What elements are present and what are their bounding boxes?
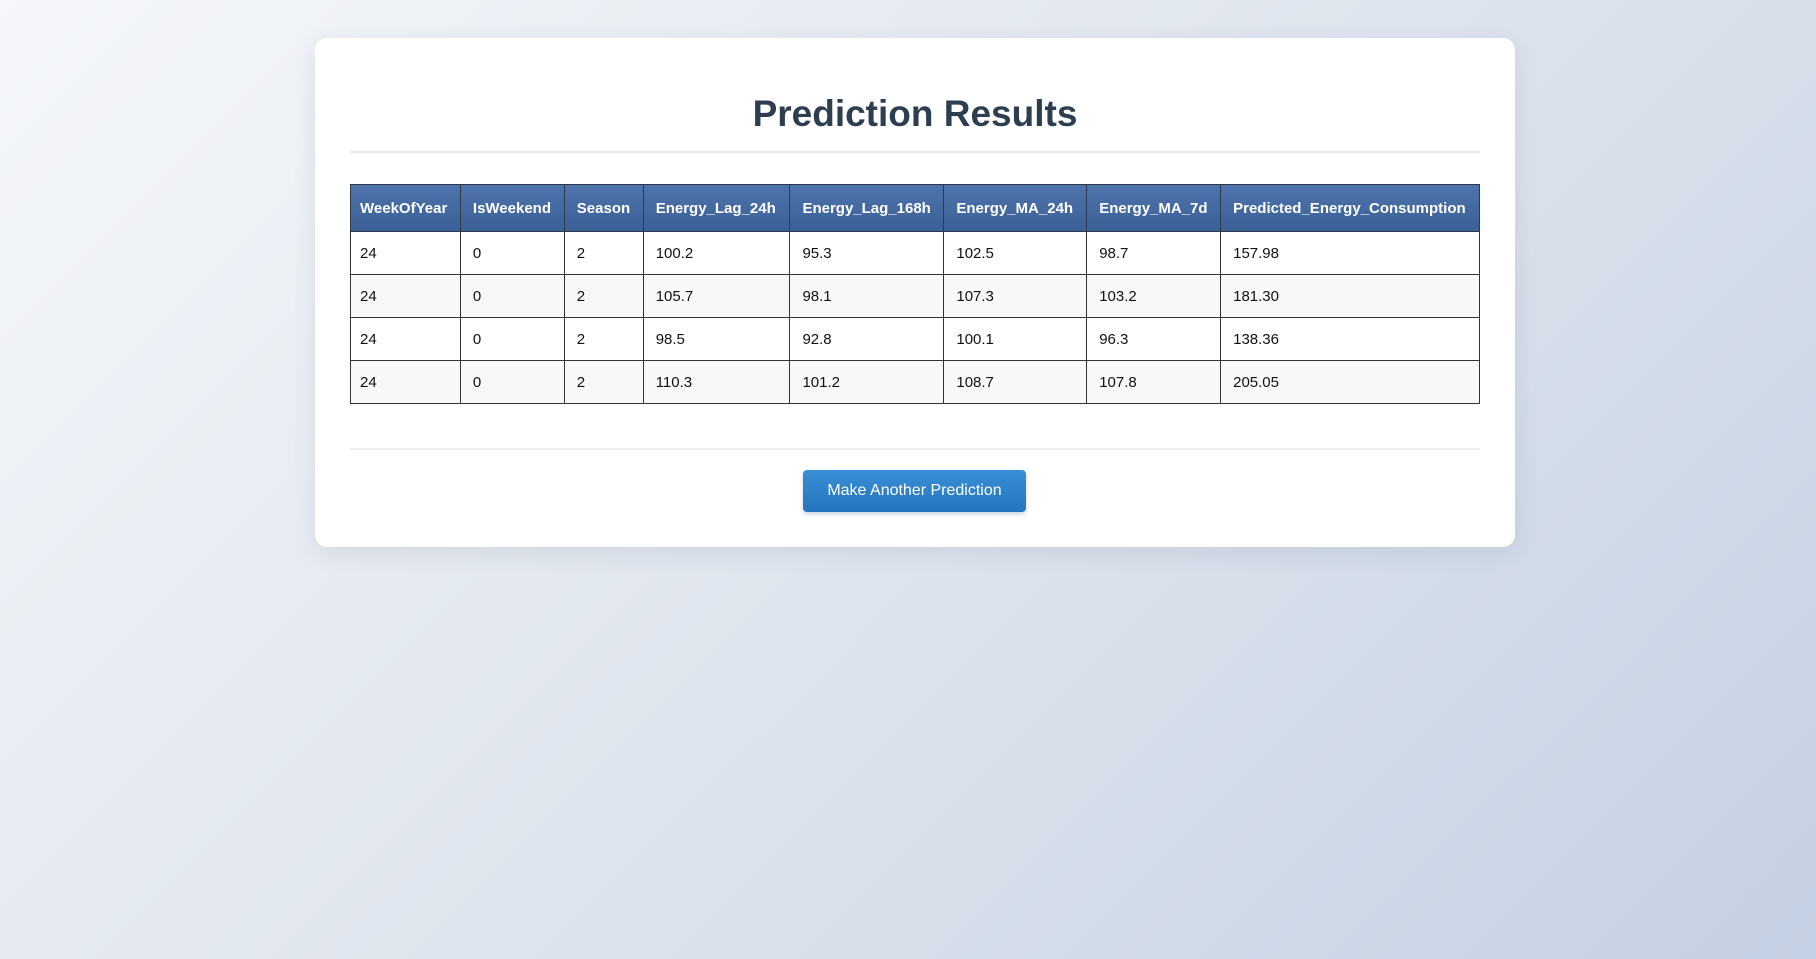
table-cell: 92.8 xyxy=(789,317,945,361)
table-cell: 98.7 xyxy=(1086,231,1222,275)
column-header-season: Season xyxy=(563,184,644,232)
make-another-prediction-button[interactable]: Make Another Prediction xyxy=(803,470,1026,512)
table-cell: 98.1 xyxy=(789,274,945,318)
title-divider xyxy=(350,151,1480,153)
table-cell: 0 xyxy=(459,274,565,318)
table-cell: 2 xyxy=(563,360,644,404)
actions-divider xyxy=(350,448,1480,450)
table-cell: 95.3 xyxy=(789,231,945,275)
table-cell: 138.36 xyxy=(1220,317,1480,361)
table-cell: 2 xyxy=(563,317,644,361)
table-cell: 108.7 xyxy=(943,360,1088,404)
column-header-energy-ma-24h: Energy_MA_24h xyxy=(943,184,1088,232)
table-row: 24 0 2 105.7 98.1 107.3 103.2 181.30 xyxy=(350,274,1480,318)
results-card: Prediction Results WeekOfYear IsWeekend … xyxy=(315,38,1515,547)
table-cell: 2 xyxy=(563,274,644,318)
table-row: 24 0 2 110.3 101.2 108.7 107.8 205.05 xyxy=(350,360,1480,404)
table-cell: 24 xyxy=(350,274,461,318)
table-row: 24 0 2 100.2 95.3 102.5 98.7 157.98 xyxy=(350,231,1480,275)
column-header-energy-lag-24h: Energy_Lag_24h xyxy=(642,184,791,232)
table-cell: 107.8 xyxy=(1086,360,1222,404)
column-header-week-of-year: WeekOfYear xyxy=(350,184,461,232)
table-cell: 110.3 xyxy=(642,360,791,404)
table-cell: 102.5 xyxy=(943,231,1088,275)
table-cell: 181.30 xyxy=(1220,274,1480,318)
table-cell: 107.3 xyxy=(943,274,1088,318)
table-cell: 24 xyxy=(350,231,461,275)
table-cell: 105.7 xyxy=(642,274,791,318)
table-cell: 100.2 xyxy=(642,231,791,275)
table-cell: 205.05 xyxy=(1220,360,1480,404)
column-header-energy-ma-7d: Energy_MA_7d xyxy=(1086,184,1222,232)
page-title: Prediction Results xyxy=(752,93,1078,134)
table-cell: 0 xyxy=(459,317,565,361)
table-cell: 2 xyxy=(563,231,644,275)
table-cell: 98.5 xyxy=(642,317,791,361)
table-cell: 157.98 xyxy=(1220,231,1480,275)
table-row: 24 0 2 98.5 92.8 100.1 96.3 138.36 xyxy=(350,317,1480,361)
column-header-predicted-energy-consumption: Predicted_Energy_Consumption xyxy=(1220,184,1480,232)
column-header-energy-lag-168h: Energy_Lag_168h xyxy=(789,184,945,232)
table-cell: 101.2 xyxy=(789,360,945,404)
table-cell: 0 xyxy=(459,231,565,275)
table-cell: 103.2 xyxy=(1086,274,1222,318)
table-header-row: WeekOfYear IsWeekend Season Energy_Lag_2… xyxy=(350,184,1480,232)
table-cell: 100.1 xyxy=(943,317,1088,361)
table-cell: 96.3 xyxy=(1086,317,1222,361)
table-cell: 24 xyxy=(350,360,461,404)
column-header-is-weekend: IsWeekend xyxy=(459,184,565,232)
table-cell: 0 xyxy=(459,360,565,404)
results-table: WeekOfYear IsWeekend Season Energy_Lag_2… xyxy=(350,184,1480,404)
table-cell: 24 xyxy=(350,317,461,361)
results-table-container[interactable]: WeekOfYear IsWeekend Season Energy_Lag_2… xyxy=(350,184,1480,441)
